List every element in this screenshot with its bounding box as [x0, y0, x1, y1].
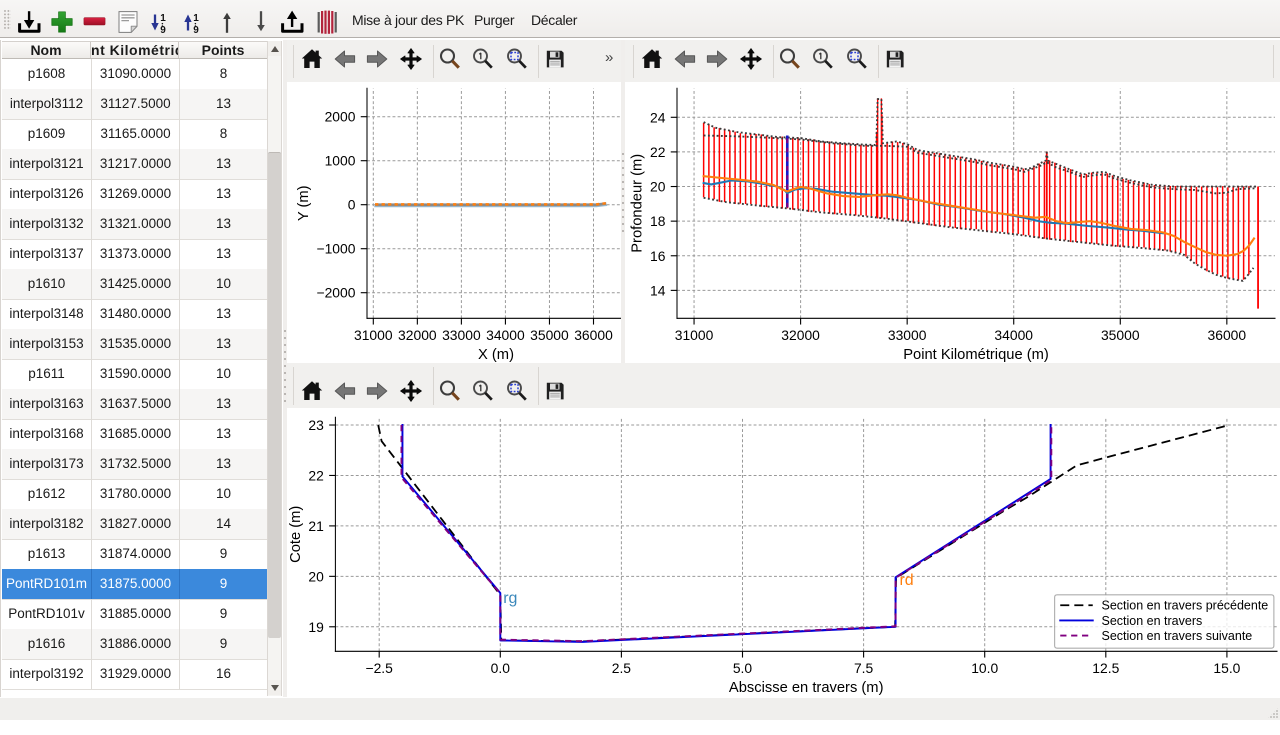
svg-text:Profondeur (m): Profondeur (m) [629, 154, 645, 253]
svg-text:X (m): X (m) [478, 347, 514, 363]
svg-text:1000: 1000 [325, 153, 356, 169]
svg-text:34000: 34000 [486, 327, 525, 343]
svg-text:35000: 35000 [1101, 327, 1140, 343]
svg-text:rg: rg [503, 590, 517, 607]
svg-text:2.5: 2.5 [612, 660, 632, 676]
svg-text:2000: 2000 [325, 109, 356, 125]
svg-text:31000: 31000 [675, 327, 714, 343]
svg-text:0: 0 [348, 197, 356, 213]
svg-text:23: 23 [308, 417, 324, 433]
svg-text:−2.5: −2.5 [365, 660, 393, 676]
svg-text:−1000: −1000 [316, 241, 355, 257]
svg-text:33000: 33000 [442, 327, 481, 343]
svg-text:22: 22 [650, 144, 666, 160]
svg-text:Section en travers précédente: Section en travers précédente [1101, 599, 1268, 613]
svg-text:−2000: −2000 [316, 285, 355, 301]
svg-text:20: 20 [650, 179, 666, 195]
svg-text:Section en travers: Section en travers [1101, 614, 1202, 628]
svg-text:10.0: 10.0 [971, 660, 998, 676]
svg-text:5.0: 5.0 [733, 660, 753, 676]
svg-text:36000: 36000 [1208, 327, 1247, 343]
svg-text:Abscisse en travers (m): Abscisse en travers (m) [729, 680, 884, 696]
svg-text:18: 18 [650, 213, 666, 229]
svg-text:33000: 33000 [888, 327, 927, 343]
svg-text:0.0: 0.0 [491, 660, 511, 676]
svg-text:20: 20 [308, 568, 324, 584]
svg-text:31000: 31000 [354, 327, 393, 343]
svg-text:22: 22 [308, 467, 324, 483]
svg-text:15.0: 15.0 [1213, 660, 1240, 676]
svg-text:35000: 35000 [530, 327, 569, 343]
svg-text:Y (m): Y (m) [296, 185, 312, 221]
svg-text:19: 19 [308, 619, 324, 635]
svg-text:34000: 34000 [994, 327, 1033, 343]
svg-text:12.5: 12.5 [1092, 660, 1119, 676]
svg-text:32000: 32000 [781, 327, 820, 343]
svg-text:Cote (m): Cote (m) [288, 506, 304, 563]
svg-text:Point Kilométrique (m): Point Kilométrique (m) [903, 347, 1049, 363]
svg-text:16: 16 [650, 248, 666, 264]
svg-text:32000: 32000 [398, 327, 437, 343]
svg-text:rd: rd [899, 572, 913, 589]
svg-text:Section en travers suivante: Section en travers suivante [1101, 629, 1252, 643]
svg-text:21: 21 [308, 518, 324, 534]
svg-text:14: 14 [650, 282, 666, 298]
svg-text:24: 24 [650, 109, 666, 125]
svg-text:36000: 36000 [574, 327, 613, 343]
svg-text:7.5: 7.5 [854, 660, 874, 676]
